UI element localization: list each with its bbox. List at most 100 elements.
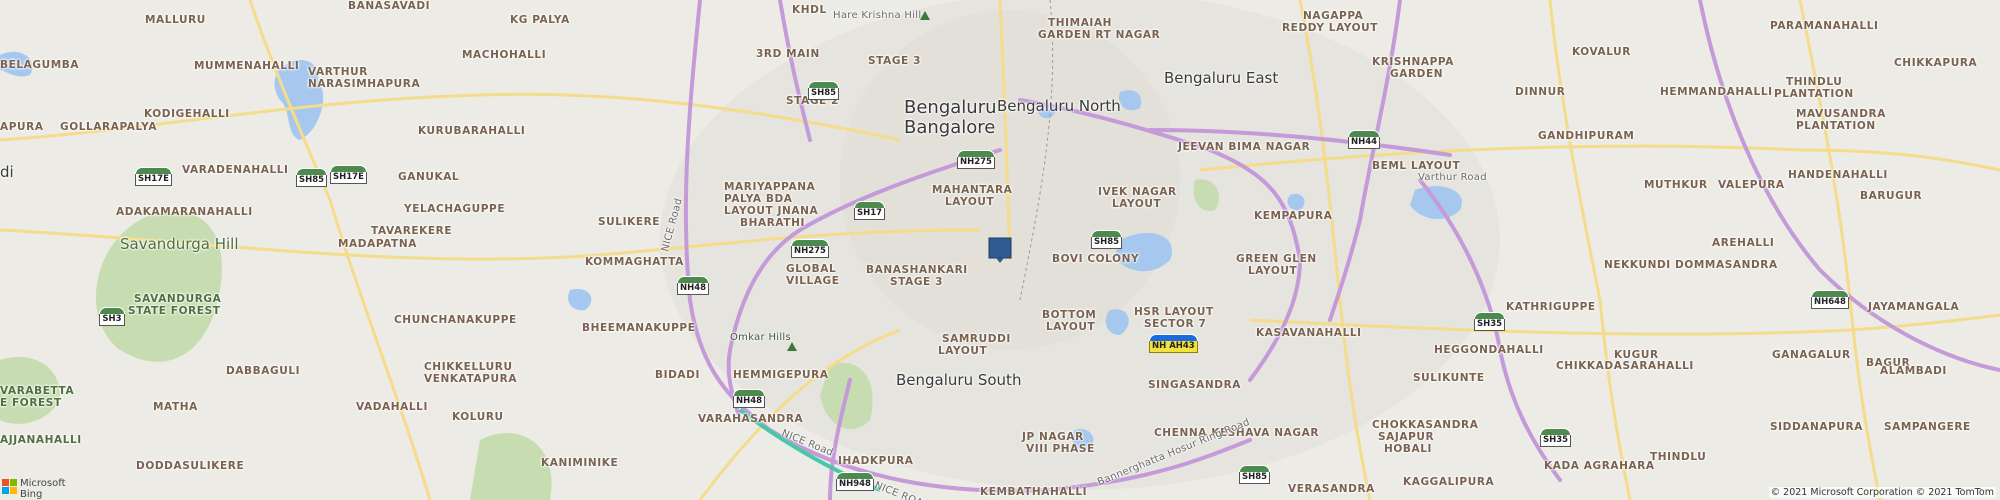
place-label: SAJAPUR [1378,431,1435,443]
place-label: 3RD MAIN [756,48,820,60]
place-label: KRISHNAPPA [1372,56,1454,68]
highway-shield: SH17E [327,165,370,185]
place-label: JP NAGAR [1022,431,1084,443]
place-label: MADAPATNA [338,238,417,250]
logo-line1: Microsoft [20,478,66,489]
place-label: KG PALYA [510,14,570,26]
place-label: LAYOUT [938,345,988,357]
place-label: ADAKAMARANAHALLI [116,206,253,218]
logo-square-green [10,479,17,486]
place-label: KEMPAPURA [1254,210,1333,222]
place-label: LAYOUT [945,196,995,208]
place-label: HEMMIGEPURA [733,369,829,381]
highway-shield: NH948 [833,472,877,492]
logo-line2: Bing [20,489,43,500]
place-label: CHIKKELLURU [424,361,513,373]
place-label: GANDHIPURAM [1538,130,1635,142]
place-label: BELAGUMBA [0,59,80,71]
place-label: TAVAREKERE [371,225,453,237]
place-label: NEKKUNDI DOMMASANDRA [1604,259,1778,271]
place-label: MATHA [153,401,198,413]
microsoft-bing-logo[interactable]: Microsoft Bing [2,478,66,500]
highway-shield: SH35 [1471,312,1508,332]
map-canvas[interactable]: MALLURU BANASAVADI KG PALYA KHDL Hare Kr… [0,0,2000,500]
landmark-label: Omkar Hills [730,332,792,343]
place-label: VIII PHASE [1026,443,1095,455]
highway-shield: SH17 [851,201,888,221]
highway-shield: NH48 [730,389,768,409]
highway-shield: SH85 [1088,230,1125,250]
place-label: KADA AGRAHARA [1544,460,1655,472]
place-label: HOBALI [1384,443,1433,455]
logo-square-blue [2,487,9,494]
place-label: BEML LAYOUT [1372,160,1461,172]
place-label: VADAHALLI [356,401,428,413]
forest-area-south [470,433,552,500]
place-label: BANASHANKARI [866,264,968,276]
highway-shield: NH AH43 [1146,334,1201,354]
place-label: KHDL [792,4,827,16]
place-label: GANUKAL [398,171,460,183]
highway-shield: SH85 [1236,465,1273,485]
place-label: SAMPANGERE [1884,421,1971,433]
place-label: BOTTOM [1042,309,1097,321]
place-label: KOMMAGHATTA [585,256,684,268]
landmark-label: Hare Krishna Hill [833,10,922,21]
road-east-north [1548,0,1632,500]
location-pin-icon[interactable] [988,237,1012,265]
place-label: KASAVANAHALLI [1256,327,1362,339]
logo-square-red [2,479,9,486]
place-label: THINDLU [1650,451,1707,463]
place-label: GREEN GLEN [1236,253,1317,265]
place-label: IVEK NAGAR [1098,186,1177,198]
highway-shield: SH85 [293,168,330,188]
place-label: KODIGEHALLI [144,108,230,120]
highway-shield: SH85 [805,81,842,101]
place-label: APURA [0,121,44,133]
place-label: KURUBARAHALLI [418,125,526,137]
place-label: HEMMANDAHALLI [1660,86,1773,98]
place-label: GANAGALUR [1772,349,1851,361]
place-label: E FOREST [0,397,62,409]
place-label: IHADKPURA [838,455,914,467]
place-label: SAMRUDDI [942,333,1011,345]
place-label: DODDASULIKERE [136,460,245,472]
district-label: Bengaluru North [997,97,1121,115]
lake-west [568,289,592,311]
place-label: CHIKKAPURA [1894,57,1978,69]
highway-shield: SH3 [96,307,128,327]
peak-icon [787,342,797,351]
district-label: Bengaluru South [896,371,1022,389]
place-label: HEGGONDAHALLI [1434,344,1544,356]
place-label: JAYAMANGALA [1868,301,1960,313]
logo-text: Microsoft Bing [20,478,66,500]
pin-tip [996,258,1004,263]
place-label: LAYOUT [1248,265,1298,277]
place-label: BHARATHI [740,217,805,229]
place-label: KOLURU [452,411,504,423]
place-label: HSR LAYOUT [1134,306,1214,318]
place-label: PARAMANAHALLI [1770,20,1879,32]
peak-icon [920,11,930,20]
place-label: BARUGUR [1860,190,1923,202]
place-label: THINDLU [1786,76,1843,88]
place-label: CHUNCHANAKUPPE [394,314,517,326]
place-label: KANIMINIKE [541,457,619,469]
city-label: Bangalore [904,117,996,138]
place-label: KATHRIGUPPE [1506,301,1596,313]
place-label: HANDENAHALLI [1788,169,1888,181]
place-label: STATE FOREST [128,305,221,317]
place-label: MARIYAPPANA [724,181,816,193]
place-label: MAHANTARA [932,184,1013,196]
city-label: Bengaluru [904,97,997,118]
highway-shield: NH44 [1345,130,1383,150]
place-label: VARABETTA [0,385,75,397]
place-label: CHIKKADASARAHALLI [1556,360,1694,372]
place-label: GOLLARAPALYA [60,121,158,133]
place-label: PALYA BDA [724,193,793,205]
place-label: VARAHASANDRA [698,413,804,425]
place-label: GARDEN RT NAGAR [1038,29,1161,41]
place-label: MUMMENAHALLI [194,60,300,72]
place-label: DABBAGULI [226,365,301,377]
place-label: VARADENAHALLI [182,164,289,176]
